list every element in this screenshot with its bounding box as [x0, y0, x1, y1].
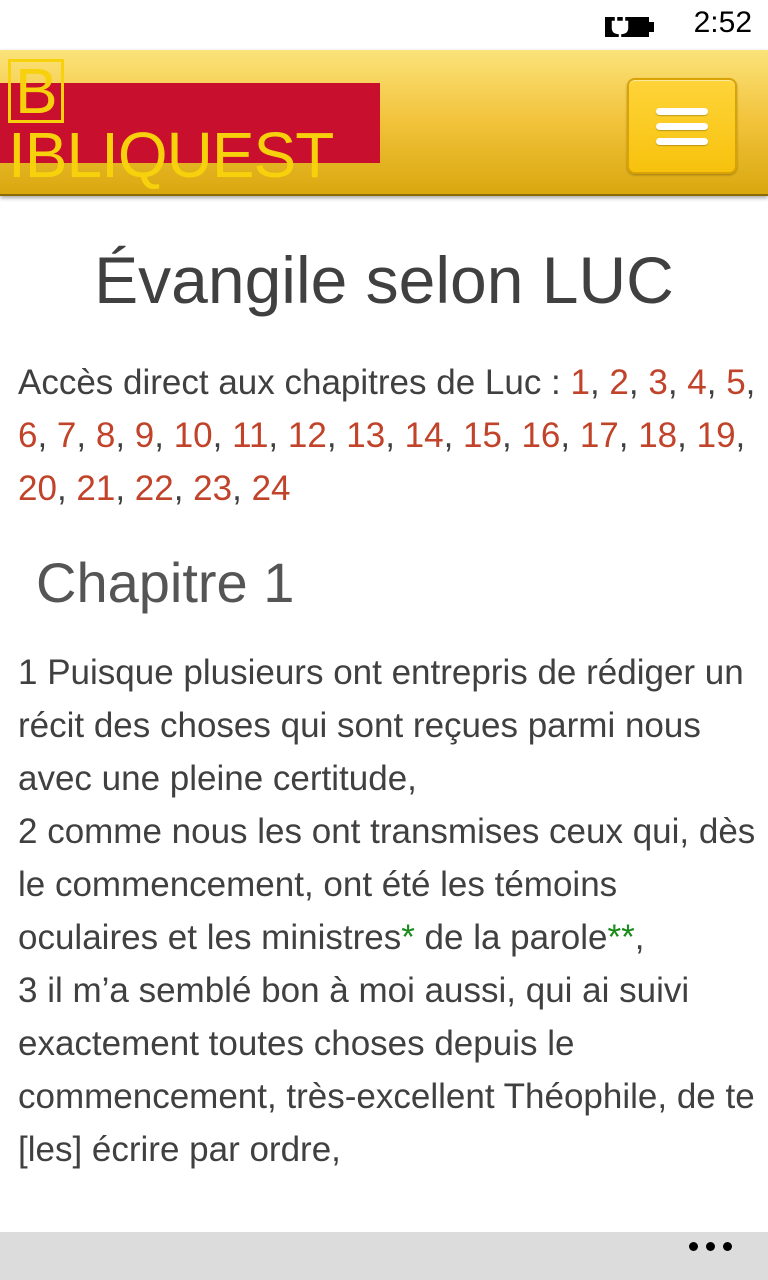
clock: 2:52 [693, 6, 752, 39]
verse-2-text: 2 comme nous les ont transmises ceux qui… [18, 812, 756, 957]
battery-charging-icon [605, 16, 654, 38]
chapter-link-21[interactable]: 21 [76, 469, 115, 508]
chapter-link-1[interactable]: 1 [571, 363, 590, 402]
separator: , [628, 363, 649, 402]
separator: , [232, 469, 252, 508]
chapter-link-12[interactable]: 12 [288, 416, 327, 455]
chapter-link-18[interactable]: 18 [638, 416, 677, 455]
chapter-link-13[interactable]: 13 [346, 416, 385, 455]
hamburger-menu-icon [656, 107, 708, 115]
chapter-link-17[interactable]: 17 [580, 416, 619, 455]
bibliquest-logo[interactable]: BIBLIQUEST [0, 59, 380, 187]
footnote-link[interactable]: ** [607, 918, 634, 957]
separator: , [268, 416, 288, 455]
separator: , [56, 469, 77, 508]
chapter-heading: Chapitre 1 [36, 551, 295, 614]
separator: , [501, 416, 522, 455]
logo-text: BIBLIQUEST [8, 59, 380, 187]
separator: , [76, 416, 96, 455]
chapter-link-15[interactable]: 15 [463, 416, 502, 455]
separator: , [37, 416, 57, 455]
separator: , [745, 363, 756, 402]
menu-button[interactable] [627, 78, 737, 174]
separator: , [560, 416, 580, 455]
separator: , [677, 416, 697, 455]
hamburger-line [656, 137, 708, 145]
separator: , [154, 416, 174, 455]
status-bar: 2:52 [0, 0, 768, 50]
page-title: Évangile selon LUC [94, 243, 674, 317]
chapter-link-23[interactable]: 23 [193, 469, 232, 508]
separator: , [667, 363, 688, 402]
chapter-link-20[interactable]: 20 [18, 469, 57, 508]
separator: , [212, 416, 233, 455]
chapters-intro: Accès direct aux chapitres de Luc : [18, 363, 571, 402]
separator: , [706, 363, 727, 402]
chapter-link-3[interactable]: 3 [648, 363, 667, 402]
chapter-link-9[interactable]: 9 [135, 416, 154, 455]
chapter-link-14[interactable]: 14 [405, 416, 444, 455]
chapter-link-8[interactable]: 8 [96, 416, 115, 455]
chapter-link-5[interactable]: 5 [726, 363, 745, 402]
chapter-link-11[interactable]: 11 [232, 416, 268, 455]
chapter-link-10[interactable]: 10 [174, 416, 213, 455]
chapter-link-7[interactable]: 7 [57, 416, 76, 455]
app-header: BIBLIQUEST [0, 50, 768, 196]
verse-2-text: de la parole [414, 918, 608, 957]
verse-3: 3 il m’a semblé bon à moi aussi, qui ai … [18, 971, 755, 1169]
main-content: Évangile selon LUC Accès direct aux chap… [0, 198, 768, 1232]
verse-1: 1 Puisque plusieurs ont entrepris de réd… [18, 653, 744, 798]
chapter-link-16[interactable]: 16 [521, 416, 560, 455]
chapter-link-2[interactable]: 2 [609, 363, 628, 402]
chapter-link-19[interactable]: 19 [697, 416, 736, 455]
separator: , [115, 469, 135, 508]
separator: , [385, 416, 405, 455]
separator: , [589, 363, 610, 402]
logo-b: B [8, 59, 64, 123]
more-ellipsis-icon[interactable] [689, 1242, 732, 1251]
chapter-link-22[interactable]: 22 [135, 469, 174, 508]
separator: , [326, 416, 347, 455]
separator: , [618, 416, 639, 455]
verse-2: 2 comme nous les ont transmises ceux qui… [18, 805, 758, 964]
dot [706, 1242, 715, 1251]
separator: , [173, 469, 194, 508]
logo-rest: IBLIQUEST [8, 119, 334, 191]
dot [723, 1242, 732, 1251]
separator: , [115, 416, 135, 455]
chapter-links: Accès direct aux chapitres de Luc : 1, 2… [18, 356, 758, 515]
separator: , [443, 416, 464, 455]
hamburger-line [656, 122, 708, 130]
chapter-link-6[interactable]: 6 [18, 416, 37, 455]
separator: , [735, 416, 746, 455]
chapter-link-24[interactable]: 24 [252, 469, 291, 508]
chapter-link-4[interactable]: 4 [687, 363, 706, 402]
footnote-link[interactable]: * [401, 918, 415, 957]
dot [689, 1242, 698, 1251]
verses: 1 Puisque plusieurs ont entrepris de réd… [18, 646, 758, 1176]
verse-2-text: , [634, 918, 645, 957]
app-bar [0, 1232, 768, 1280]
